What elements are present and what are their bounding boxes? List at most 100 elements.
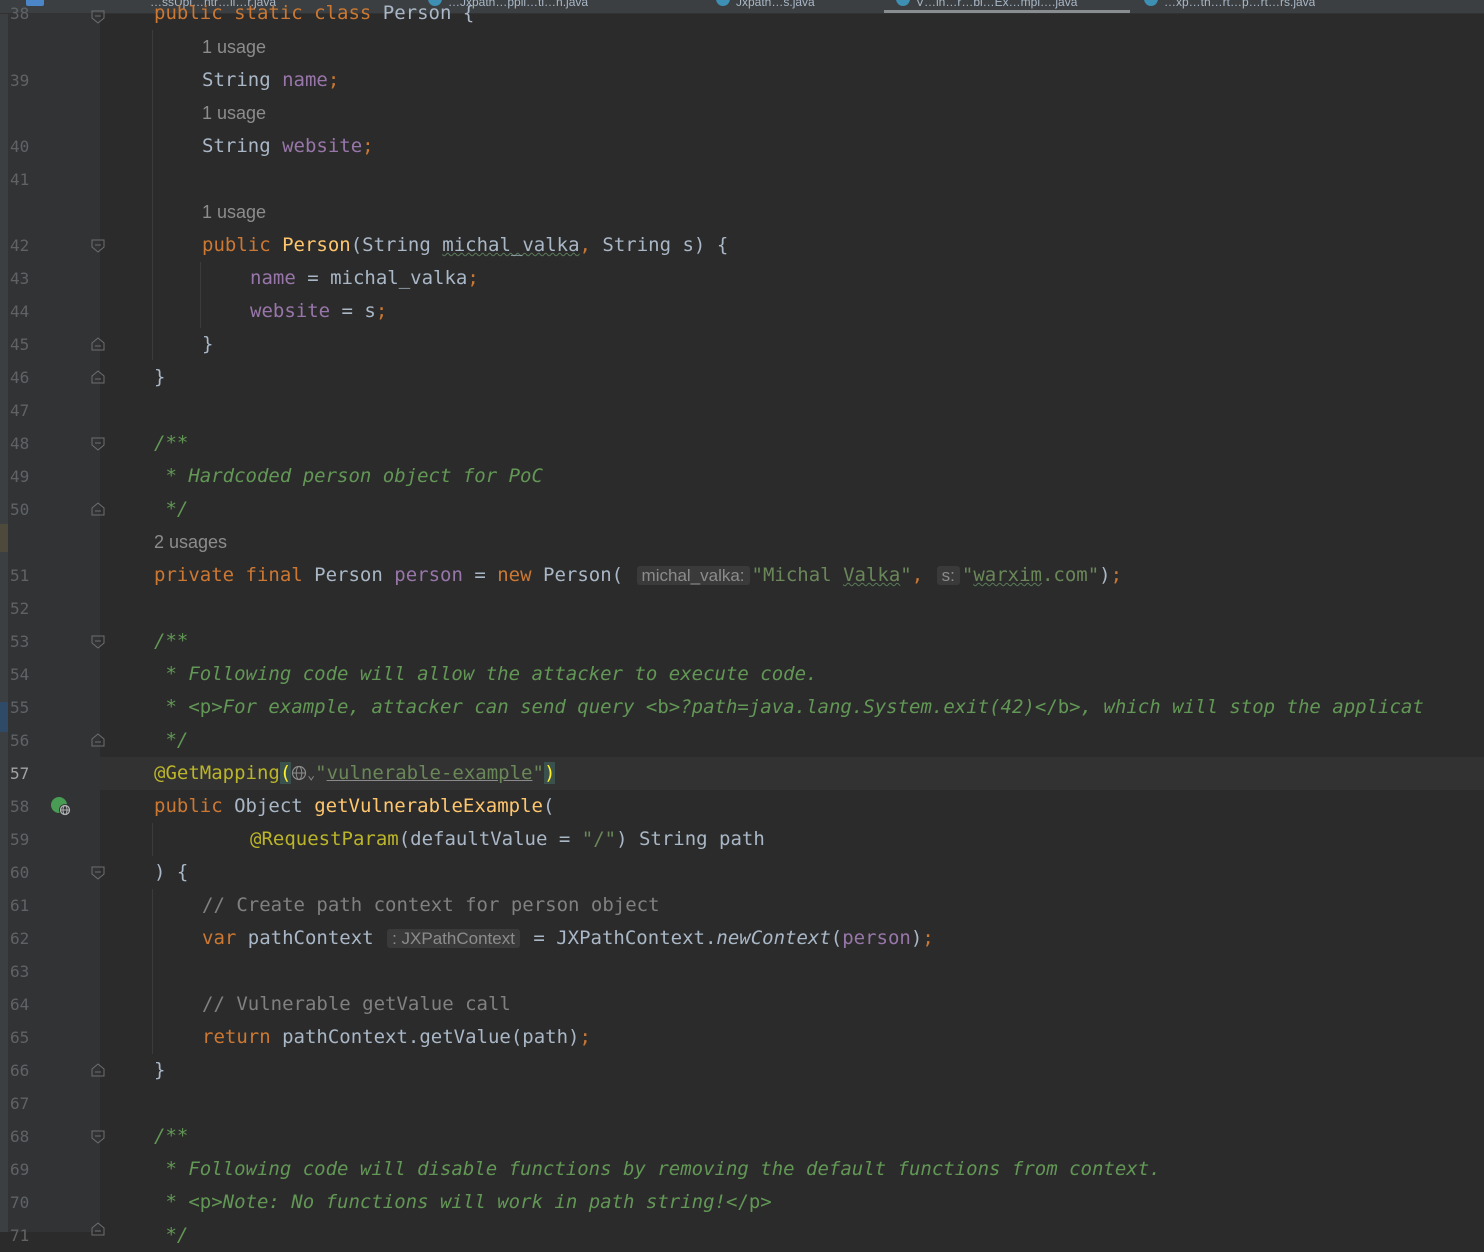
line-number: 70	[10, 1193, 30, 1212]
field-name: name	[250, 267, 296, 289]
fold-toggle-icon[interactable]	[91, 437, 105, 451]
method-name: getVulnerableExample	[314, 795, 543, 817]
type-hint[interactable]: : JXPathContext	[387, 929, 520, 948]
tab-4-active[interactable]: V…ln…r…bl…Ex…mpl….java	[884, 0, 1130, 13]
line-number: 41	[10, 170, 30, 189]
expression: = s	[330, 300, 376, 322]
keyword: return	[202, 1026, 271, 1048]
code-line-62[interactable]: var pathContext : JXPathContext = JXPath…	[202, 922, 934, 955]
code-line-46[interactable]: }	[154, 361, 165, 394]
indent-guide	[152, 30, 153, 360]
line-number: 64	[10, 995, 30, 1014]
code-line-70[interactable]: * <p>Note: No functions will work in pat…	[154, 1186, 772, 1219]
fold-end-icon[interactable]	[91, 502, 105, 516]
string-literal: "/"	[581, 828, 617, 850]
line-number: 59	[10, 830, 30, 849]
doc-text: ?path=java.lang.System.exit(42)	[680, 696, 1035, 718]
code-line-43[interactable]: name = michal_valka;	[250, 262, 479, 295]
html-tag: </b>	[1034, 696, 1081, 718]
line-number: 60	[10, 863, 30, 882]
code-line-59[interactable]: @RequestParam(defaultValue = "/") String…	[250, 823, 765, 856]
fold-end-icon[interactable]	[91, 1063, 105, 1077]
code-line-57[interactable]: @GetMapping(⌄"vulnerable-example")	[154, 757, 556, 790]
line-number: 39	[10, 71, 30, 90]
expression: ) String path	[616, 828, 765, 850]
code-line-56[interactable]: */	[154, 724, 188, 757]
code-line-40[interactable]: String website;	[202, 130, 374, 163]
html-tag: </p>	[725, 1191, 772, 1213]
code-line-58[interactable]: public Object getVulnerableExample(	[154, 790, 554, 823]
usages-hint[interactable]: 1 usage	[202, 31, 266, 64]
tab-5[interactable]: …xp…th…rt…p…rt…rs.java	[1144, 0, 1315, 13]
tab-label: V…ln…r…bl…Ex…mpl….java	[916, 0, 1078, 9]
tab-3[interactable]: Jxpath…s.java	[716, 0, 815, 13]
fold-end-icon[interactable]	[91, 370, 105, 384]
change-marker	[0, 702, 8, 732]
line-number: 58	[10, 797, 30, 816]
line-number: 69	[10, 1160, 30, 1179]
method-name: newContext	[716, 927, 831, 949]
indent-guide	[152, 889, 153, 1054]
line-number: 68	[10, 1127, 30, 1146]
java-file-icon	[1144, 0, 1158, 6]
parameter-hint[interactable]: s:	[936, 566, 960, 585]
type-name: Person	[314, 564, 383, 586]
run-endpoint-icon[interactable]	[50, 796, 72, 818]
line-number: 50	[10, 500, 30, 519]
java-file-icon	[716, 0, 730, 6]
code-line-48[interactable]: /**	[154, 427, 188, 460]
code-line-49[interactable]: * Hardcoded person object for PoC	[154, 460, 543, 493]
line-number: 47	[10, 401, 30, 420]
code-line-44[interactable]: website = s;	[250, 295, 387, 328]
line-number: 65	[10, 1028, 30, 1047]
code-line-65[interactable]: return pathContext.getValue(path);	[202, 1021, 591, 1054]
code-line-38[interactable]: public static class Person {	[154, 0, 474, 30]
string-literal: vulnerable-example	[326, 762, 533, 784]
html-tag: <b>	[645, 696, 681, 718]
fold-end-icon[interactable]	[91, 733, 105, 747]
code-line-61[interactable]: // Create path context for person object	[202, 889, 660, 922]
code-line-69[interactable]: * Following code will disable functions …	[154, 1153, 1160, 1186]
code-line-50[interactable]: */	[154, 493, 188, 526]
doc-text: Note: No functions will work in path str…	[222, 1191, 726, 1213]
parameter-hint[interactable]: michal_valka:	[636, 566, 750, 585]
fold-toggle-icon[interactable]	[91, 866, 105, 880]
usages-hint[interactable]: 1 usage	[202, 97, 266, 130]
fold-toggle-icon[interactable]	[91, 239, 105, 253]
code-line-45[interactable]: }	[202, 328, 213, 361]
line-number: 54	[10, 665, 30, 684]
type-name: Object	[234, 795, 303, 817]
code-line-71[interactable]: */	[154, 1219, 188, 1252]
code-line-66[interactable]: }	[154, 1054, 165, 1087]
fold-end-icon[interactable]	[91, 337, 105, 351]
field-name: website	[250, 300, 331, 322]
code-line-68[interactable]: /**	[154, 1120, 188, 1153]
field-name: website	[282, 135, 363, 157]
line-number: 40	[10, 137, 30, 156]
code-line-51[interactable]: private final Person person = new Person…	[154, 559, 1122, 592]
keyword: new	[497, 564, 532, 586]
web-endpoint-icon[interactable]	[291, 759, 307, 781]
fold-end-icon[interactable]	[91, 1222, 105, 1236]
expression: = michal_valka	[295, 267, 468, 289]
change-marker	[0, 524, 8, 552]
line-number: 63	[10, 962, 30, 981]
line-number: 62	[10, 929, 30, 948]
fold-toggle-icon[interactable]	[91, 10, 105, 24]
doc-text: , which will stop the applicat	[1080, 696, 1424, 718]
code-line-64[interactable]: // Vulnerable getValue call	[202, 988, 511, 1021]
usages-hint[interactable]: 1 usage	[202, 196, 266, 229]
code-line-55[interactable]: * <p>For example, attacker can send quer…	[154, 691, 1424, 724]
chevron-down-icon[interactable]: ⌄	[307, 768, 315, 783]
code-line-53[interactable]: /**	[154, 625, 188, 658]
code-line-42[interactable]: public Person(String michal_valka, Strin…	[202, 229, 728, 262]
code-line-39[interactable]: String name;	[202, 64, 339, 97]
fold-toggle-icon[interactable]	[91, 635, 105, 649]
doc-text: *	[154, 696, 189, 718]
annotation: @GetMapping	[154, 762, 280, 784]
code-line-60[interactable]: ) {	[154, 856, 188, 889]
fold-toggle-icon[interactable]	[91, 1130, 105, 1144]
doc-text: For example, attacker can send query	[222, 696, 646, 718]
code-line-54[interactable]: * Following code will allow the attacker…	[154, 658, 817, 691]
usages-hint[interactable]: 2 usages	[154, 526, 227, 559]
